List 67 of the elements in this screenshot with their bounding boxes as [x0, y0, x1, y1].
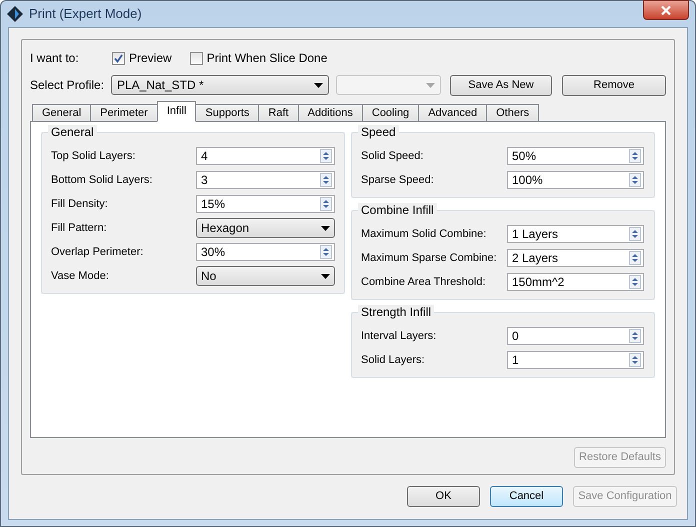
- spinner-icon[interactable]: [629, 329, 641, 343]
- caret-icon: [321, 226, 330, 230]
- field-label: Solid Layers:: [361, 352, 426, 368]
- spinner-icon[interactable]: [320, 173, 332, 187]
- window-title: Print (Expert Mode): [29, 5, 142, 24]
- dialog-button[interactable]: Remove: [562, 74, 666, 96]
- spin-field[interactable]: 0: [507, 327, 644, 345]
- spin-field[interactable]: 2 Layers: [507, 249, 644, 267]
- spin-field[interactable]: 15%: [196, 195, 335, 213]
- tab[interactable]: Cooling: [362, 104, 420, 122]
- field-label: Vase Mode:: [51, 268, 110, 284]
- app-logo-icon: [7, 6, 23, 22]
- spinner-icon[interactable]: [320, 245, 332, 259]
- field-label: Fill Density:: [51, 196, 109, 212]
- dialog-button[interactable]: Save As New: [450, 74, 552, 96]
- spin-field[interactable]: 100%: [507, 171, 644, 189]
- tab[interactable]: Additions: [298, 104, 363, 122]
- tab[interactable]: Others: [486, 104, 540, 122]
- field-label: Combine Area Threshold:: [361, 274, 487, 290]
- tab[interactable]: General: [32, 104, 92, 122]
- caret-icon: [314, 82, 324, 88]
- spinner-icon[interactable]: [629, 275, 641, 289]
- profile-label: Select Profile:: [30, 77, 106, 94]
- spinner-icon[interactable]: [629, 173, 641, 187]
- spinner-icon[interactable]: [629, 251, 641, 265]
- dialog-button[interactable]: OK: [407, 486, 480, 507]
- spinner-icon[interactable]: [320, 197, 332, 211]
- field-label: Sparse Speed:: [361, 172, 435, 188]
- spin-field[interactable]: 30%: [196, 243, 335, 261]
- caret-icon: [321, 274, 330, 278]
- spin-field[interactable]: 50%: [507, 147, 644, 165]
- spinner-icon[interactable]: [629, 149, 641, 163]
- dropdown[interactable]: No: [196, 266, 335, 286]
- checkbox-label: Print When Slice Done: [206, 50, 328, 67]
- tab[interactable]: Perimeter: [90, 104, 158, 122]
- field-label: Solid Speed:: [361, 148, 424, 164]
- dialog-button[interactable]: Cancel: [490, 486, 563, 507]
- tab[interactable]: Infill: [156, 101, 196, 122]
- checkbox[interactable]: [112, 52, 125, 64]
- spinner-icon[interactable]: [629, 353, 641, 367]
- profile-dropdown[interactable]: PLA_Nat_STD *: [110, 75, 330, 95]
- checkbox[interactable]: [190, 52, 203, 64]
- spin-field[interactable]: 1: [507, 351, 644, 369]
- spin-field[interactable]: 3: [196, 171, 335, 189]
- checkbox-label: Preview: [129, 50, 172, 67]
- spin-field[interactable]: 4: [196, 147, 335, 165]
- field-label: Fill Pattern:: [51, 220, 108, 236]
- field-label: Interval Layers:: [361, 328, 438, 344]
- field-label: Top Solid Layers:: [51, 148, 136, 164]
- tab[interactable]: Supports: [195, 104, 260, 122]
- group-title: Strength Infill: [358, 305, 434, 320]
- caret-icon: [426, 82, 435, 88]
- group-title: Speed: [358, 125, 399, 140]
- field-label: Bottom Solid Layers:: [51, 172, 154, 188]
- spin-field[interactable]: 150mm^2: [507, 273, 644, 291]
- tab[interactable]: Raft: [258, 104, 299, 122]
- spinner-icon[interactable]: [320, 149, 332, 163]
- field-label: Maximum Solid Combine:: [361, 226, 488, 242]
- spinner-icon[interactable]: [629, 227, 641, 241]
- close-button[interactable]: [643, 0, 689, 20]
- dropdown[interactable]: Hexagon: [196, 218, 335, 238]
- tab[interactable]: Advanced: [418, 104, 488, 122]
- spin-field[interactable]: 1 Layers: [507, 225, 644, 243]
- field-label: Maximum Sparse Combine:: [361, 250, 498, 266]
- close-icon: [661, 6, 671, 14]
- want-label: I want to:: [30, 50, 80, 67]
- field-label: Overlap Perimeter:: [51, 244, 144, 260]
